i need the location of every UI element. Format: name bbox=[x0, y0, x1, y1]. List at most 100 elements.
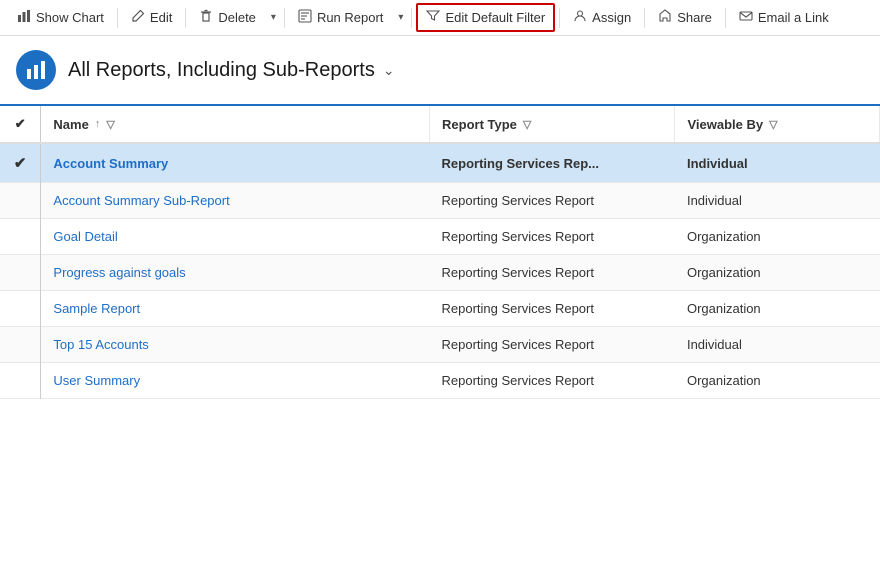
table-row[interactable]: Sample Report Reporting Services ReportOr… bbox=[0, 291, 880, 327]
email-link-label: Email a Link bbox=[758, 10, 829, 25]
row-report-type: Reporting Services Rep... bbox=[430, 143, 675, 183]
row-checkbox[interactable] bbox=[0, 327, 41, 363]
row-checkbox[interactable]: ✔ bbox=[0, 143, 41, 183]
table-row[interactable]: Top 15 Accounts Reporting Services Report… bbox=[0, 327, 880, 363]
share-icon bbox=[658, 9, 672, 26]
edit-default-filter-button[interactable]: Edit Default Filter bbox=[416, 3, 555, 32]
row-viewable-by: Individual bbox=[675, 183, 880, 219]
check-icon: ✔ bbox=[15, 116, 26, 131]
row-viewable-by: Individual bbox=[675, 327, 880, 363]
col-viewable-by-label: Viewable By bbox=[687, 117, 763, 132]
report-name-link[interactable]: Top 15 Accounts bbox=[53, 337, 148, 352]
row-checkbox[interactable] bbox=[0, 291, 41, 327]
name-filter-icon[interactable]: ▽ bbox=[106, 118, 114, 131]
assign-button[interactable]: Assign bbox=[564, 4, 640, 31]
row-viewable-by: Organization bbox=[675, 219, 880, 255]
report-type-filter-icon[interactable]: ▽ bbox=[523, 118, 531, 131]
row-viewable-by: Organization bbox=[675, 291, 880, 327]
row-report-type: Reporting Services Report bbox=[430, 255, 675, 291]
col-header-check: ✔ bbox=[0, 106, 41, 143]
delete-dropdown-arrow: ▾ bbox=[271, 12, 276, 23]
row-name[interactable]: Progress against goals bbox=[41, 255, 430, 291]
filter-icon bbox=[426, 9, 440, 26]
row-name[interactable]: Top 15 Accounts bbox=[41, 327, 430, 363]
table-header-row: ✔ Name ↑ ▽ Report Type ▽ bbox=[0, 106, 880, 143]
row-report-type: Reporting Services Report bbox=[430, 291, 675, 327]
delete-dropdown-button[interactable]: ▾ bbox=[267, 7, 280, 28]
reports-table-container: ✔ Name ↑ ▽ Report Type ▽ bbox=[0, 106, 880, 565]
name-sort-icon[interactable]: ↑ bbox=[95, 118, 101, 130]
col-report-type-label: Report Type bbox=[442, 117, 517, 132]
row-name[interactable]: Account Summary bbox=[41, 143, 430, 183]
delete-icon bbox=[199, 9, 213, 26]
assign-icon bbox=[573, 9, 587, 26]
col-header-report-type: Report Type ▽ bbox=[430, 106, 675, 143]
show-chart-label: Show Chart bbox=[36, 10, 104, 25]
delete-label: Delete bbox=[218, 10, 256, 25]
report-name-link[interactable]: Account Summary bbox=[53, 156, 168, 171]
edit-default-filter-label: Edit Default Filter bbox=[445, 10, 545, 25]
table-row[interactable]: ✔ Account Summary Reporting Services Rep..… bbox=[0, 143, 880, 183]
delete-button[interactable]: Delete bbox=[190, 4, 265, 31]
header-icon bbox=[16, 50, 56, 90]
row-name[interactable]: Account Summary Sub-Report bbox=[41, 183, 430, 219]
email-icon bbox=[739, 9, 753, 26]
divider-1 bbox=[117, 8, 118, 28]
report-name-link[interactable]: Goal Detail bbox=[53, 229, 117, 244]
chart-icon bbox=[17, 9, 31, 26]
row-checkbox[interactable] bbox=[0, 183, 41, 219]
row-checkbox[interactable] bbox=[0, 255, 41, 291]
run-report-button[interactable]: Run Report bbox=[289, 4, 392, 31]
row-name[interactable]: Goal Detail bbox=[41, 219, 430, 255]
divider-5 bbox=[559, 8, 560, 28]
table-row[interactable]: User Summary Reporting Services ReportOrg… bbox=[0, 363, 880, 399]
run-report-label: Run Report bbox=[317, 10, 383, 25]
row-checkbox[interactable] bbox=[0, 363, 41, 399]
page-header: All Reports, Including Sub-Reports ⌄ bbox=[0, 36, 880, 106]
page-title: All Reports, Including Sub-Reports bbox=[68, 59, 375, 82]
share-label: Share bbox=[677, 10, 712, 25]
run-report-dropdown-button[interactable]: ▾ bbox=[394, 7, 407, 28]
run-report-dropdown-arrow: ▾ bbox=[398, 12, 403, 23]
report-name-link[interactable]: Progress against goals bbox=[53, 265, 185, 280]
checkmark-icon: ✔ bbox=[14, 155, 27, 172]
table-row[interactable]: Progress against goals Reporting Services… bbox=[0, 255, 880, 291]
row-report-type: Reporting Services Report bbox=[430, 183, 675, 219]
report-name-link[interactable]: Sample Report bbox=[53, 301, 140, 316]
table-row[interactable]: Goal Detail Reporting Services ReportOrga… bbox=[0, 219, 880, 255]
row-viewable-by: Individual bbox=[675, 143, 880, 183]
table-body: ✔ Account Summary Reporting Services Rep..… bbox=[0, 143, 880, 399]
edit-label: Edit bbox=[150, 10, 172, 25]
table-row[interactable]: Account Summary Sub-Report Reporting Serv… bbox=[0, 183, 880, 219]
header-dropdown-arrow[interactable]: ⌄ bbox=[383, 62, 395, 79]
row-name[interactable]: User Summary bbox=[41, 363, 430, 399]
row-report-type: Reporting Services Report bbox=[430, 327, 675, 363]
divider-7 bbox=[725, 8, 726, 28]
row-checkbox[interactable] bbox=[0, 219, 41, 255]
row-report-type: Reporting Services Report bbox=[430, 363, 675, 399]
row-report-type: Reporting Services Report bbox=[430, 219, 675, 255]
row-viewable-by: Organization bbox=[675, 363, 880, 399]
divider-6 bbox=[644, 8, 645, 28]
show-chart-button[interactable]: Show Chart bbox=[8, 4, 113, 31]
report-name-link[interactable]: Account Summary Sub-Report bbox=[53, 193, 229, 208]
divider-4 bbox=[411, 8, 412, 28]
divider-3 bbox=[284, 8, 285, 28]
row-name[interactable]: Sample Report bbox=[41, 291, 430, 327]
viewable-by-filter-icon[interactable]: ▽ bbox=[769, 118, 777, 131]
edit-button[interactable]: Edit bbox=[122, 4, 181, 31]
col-header-viewable-by: Viewable By ▽ bbox=[675, 106, 880, 143]
header-title-row: All Reports, Including Sub-Reports ⌄ bbox=[68, 59, 395, 82]
edit-icon bbox=[131, 9, 145, 26]
share-button[interactable]: Share bbox=[649, 4, 721, 31]
run-report-icon bbox=[298, 9, 312, 26]
row-viewable-by: Organization bbox=[675, 255, 880, 291]
reports-table: ✔ Name ↑ ▽ Report Type ▽ bbox=[0, 106, 880, 399]
report-name-link[interactable]: User Summary bbox=[53, 373, 140, 388]
col-header-name: Name ↑ ▽ bbox=[41, 106, 430, 143]
col-name-label: Name bbox=[53, 117, 88, 132]
divider-2 bbox=[185, 8, 186, 28]
toolbar: Show Chart Edit Delete ▾ bbox=[0, 0, 880, 36]
email-link-button[interactable]: Email a Link bbox=[730, 4, 838, 31]
assign-label: Assign bbox=[592, 10, 631, 25]
